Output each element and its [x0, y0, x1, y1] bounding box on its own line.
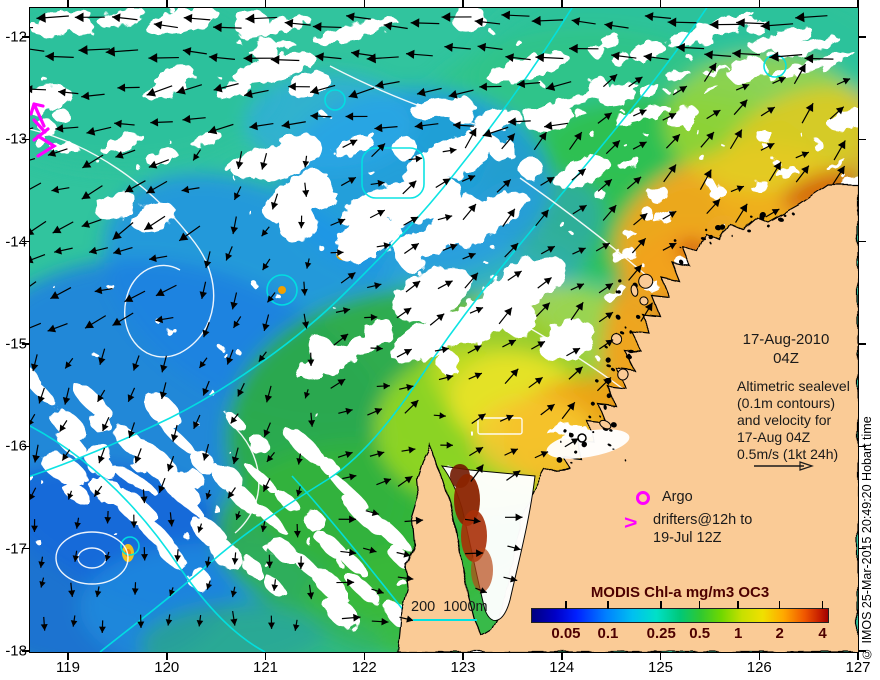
argo-marker-icon — [636, 491, 650, 505]
lon-tick-label: 123 — [450, 659, 476, 676]
colorbar-tick-label: 2 — [775, 625, 784, 642]
lon-tick-label: 125 — [647, 659, 674, 676]
colorbar-tick-label: 0.1 — [597, 625, 619, 642]
lat-tick-label: -16 — [5, 437, 27, 455]
drifter-label-line: 19-Jul 12Z — [653, 530, 722, 546]
isobath-key-line — [413, 619, 477, 621]
colorbar-tick-label: 0.05 — [551, 625, 581, 642]
drifter-legend: > drifters@12h to 19-Jul 12Z — [624, 511, 752, 547]
lat-tick-label: -15 — [5, 335, 27, 353]
lat-tick-right — [858, 445, 866, 448]
colorbar-tick — [778, 601, 781, 609]
isobath-key-label: 200 1000m — [411, 599, 488, 615]
drifter-marker-icon: > — [624, 510, 638, 534]
lat-tick-right — [858, 650, 866, 652]
alti-line: (0.1m contours) — [737, 395, 836, 411]
lat-tick-label: -18 — [5, 642, 27, 660]
date-time: 04Z — [773, 350, 799, 367]
colorbar-tick-label: 0.25 — [646, 625, 676, 642]
lat-tick-right — [858, 138, 866, 141]
lat-tick-right — [858, 343, 866, 345]
velocity-scale-arrow — [754, 461, 814, 471]
lon-tick-label: 122 — [351, 659, 377, 676]
lon-tick-label: 124 — [549, 659, 575, 676]
colorbar — [531, 608, 829, 623]
lat-tick-label: -17 — [5, 540, 27, 558]
colorbar-title: MODIS Chl-a mg/m3 OC3 — [590, 584, 770, 601]
lon-tick-label: 120 — [154, 659, 180, 676]
lat-tick-right — [858, 547, 866, 550]
date-line: 17-Aug-2010 — [742, 331, 830, 348]
lon-tick-label: 127 — [845, 659, 871, 676]
credit-text: © IMOS 25-Mar-2015 20:49:20 Hobart time — [860, 416, 874, 661]
colorbar-tick — [737, 601, 739, 609]
lon-tick-label: 119 — [56, 659, 80, 676]
argo-legend: Argo — [630, 489, 693, 505]
shoal-marker — [278, 286, 286, 294]
lon-tick-top — [659, 0, 662, 8]
lat-tick-right — [858, 240, 866, 243]
drifter-label-line: drifters@12h to — [653, 512, 753, 528]
lon-tick-top — [264, 0, 267, 8]
colorbar-tick — [607, 601, 609, 609]
lat-tick-label: -13 — [5, 130, 27, 148]
colorbar-tick — [660, 601, 662, 609]
colorbar-tick-label: 1 — [734, 625, 743, 642]
argo-label: Argo — [662, 489, 693, 505]
lat-tick-label: -12 — [5, 28, 27, 46]
lon-tick-top — [462, 0, 464, 8]
date-annotation: 17-Aug-2010 04Z — [722, 330, 850, 368]
alti-line: Altimetric sealevel — [737, 378, 850, 394]
lat-tick-right — [858, 36, 866, 38]
modis-chlorophyll-map-figure: 17-Aug-2010 04Z Altimetric sealevel (0.1… — [0, 0, 880, 680]
lon-tick-label: 121 — [252, 659, 279, 676]
colorbar-tick-label: 0.5 — [689, 625, 711, 642]
lon-tick-top — [561, 0, 563, 8]
lon-tick-top — [363, 0, 365, 8]
altimetric-annotation: Altimetric sealevel (0.1m contours) and … — [737, 378, 850, 463]
colorbar-tick — [698, 601, 701, 609]
lon-tick-top — [857, 0, 859, 8]
colorbar-tick — [565, 601, 567, 609]
lon-tick-top — [67, 0, 69, 8]
lat-tick-label: -14 — [5, 233, 27, 251]
lon-tick-top — [166, 0, 168, 8]
lon-tick-label: 126 — [746, 659, 772, 676]
alti-line: and velocity for — [737, 412, 832, 428]
colorbar-tick-label: 4 — [818, 625, 827, 642]
lon-tick-top — [758, 0, 760, 8]
colorbar-tick — [821, 601, 824, 609]
alti-line: 17-Aug 04Z — [737, 429, 811, 445]
